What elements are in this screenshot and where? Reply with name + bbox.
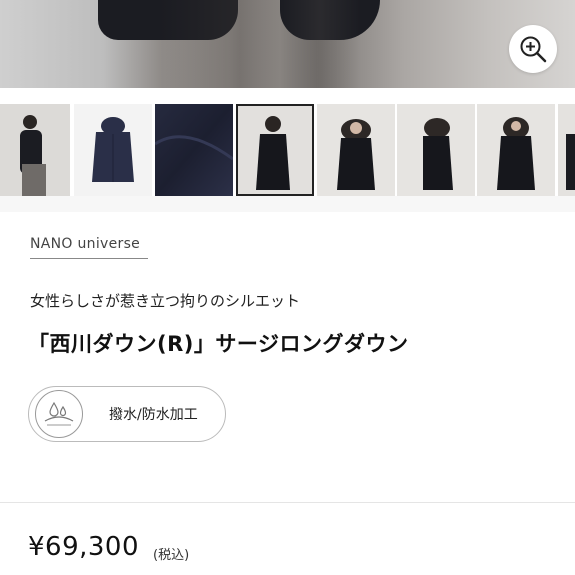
thumbnail-5[interactable] <box>317 104 395 196</box>
thumbnail-strip <box>0 104 575 196</box>
thumbnail-4-image <box>236 104 314 196</box>
thumbnail-7-image <box>477 104 555 196</box>
tax-note: (税込) <box>153 548 190 563</box>
thumbnail-2[interactable] <box>74 104 152 196</box>
thumbnail-1-image <box>0 104 70 196</box>
thumbnail-5-image <box>317 104 395 196</box>
thumbnail-2-image <box>74 104 152 196</box>
thumbnail-8-partial[interactable] <box>558 104 575 196</box>
product-price: ¥69,300 <box>28 532 140 562</box>
main-product-image[interactable] <box>0 0 575 88</box>
skirt-folds <box>160 0 360 88</box>
zoom-in-icon <box>520 36 547 63</box>
water-repellent-icon <box>35 390 83 438</box>
zoom-button[interactable] <box>509 25 557 73</box>
feature-badge-water-repellent[interactable]: 撥水/防水加工 <box>28 386 226 442</box>
thumbnail-6[interactable] <box>397 104 475 196</box>
feature-label: 撥水/防水加工 <box>109 407 198 423</box>
thumbnail-4-selected[interactable] <box>236 104 314 196</box>
thumbnail-3[interactable] <box>155 104 233 196</box>
thumbnail-8-image <box>558 104 575 196</box>
thumbnail-7[interactable] <box>477 104 555 196</box>
section-divider <box>0 502 575 503</box>
thumbnail-3-image <box>155 104 233 196</box>
product-subtitle: 女性らしさが惹き立つ拘りのシルエット <box>30 292 301 310</box>
thumbnail-6-image <box>397 104 475 196</box>
brand-link[interactable]: NANO universe <box>30 236 140 252</box>
product-title: 「西川ダウン(R)」サージロングダウン <box>28 332 409 356</box>
brand-underline <box>30 258 148 259</box>
thumbnail-1[interactable] <box>0 104 70 196</box>
section-spacer <box>0 196 575 212</box>
